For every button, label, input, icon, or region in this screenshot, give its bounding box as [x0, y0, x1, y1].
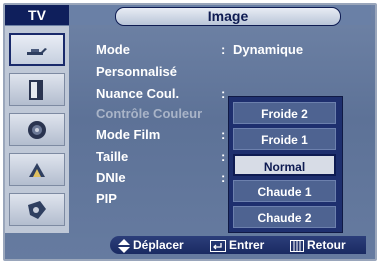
menu-row-custom[interactable]: Personnalisé	[96, 64, 177, 79]
sidebar-item-antenna[interactable]	[9, 33, 65, 66]
sidebar-item-sound[interactable]	[9, 113, 65, 146]
option-normal[interactable]: Normal	[233, 154, 336, 176]
hint-return: Retour	[290, 236, 346, 254]
hint-enter: Entrer	[210, 236, 264, 254]
footer-bar: Déplacer Entrer Retour	[110, 236, 366, 254]
menu-row-label: PIP	[96, 191, 117, 206]
speaker-icon	[28, 120, 46, 139]
settings-icon	[28, 200, 46, 219]
title-bar: Image	[70, 5, 371, 26]
sidebar	[5, 26, 69, 233]
option-chaude-1[interactable]: Chaude 1	[233, 180, 336, 202]
menu-row-color-control: Contrôle Couleur	[96, 106, 202, 121]
menu-row-size[interactable]: Taille	[96, 149, 128, 164]
footer-hints: Déplacer Entrer Retour	[70, 233, 371, 255]
hint-move-label: Déplacer	[133, 238, 184, 252]
menu-row-color-tone[interactable]: Nuance Coul.	[96, 86, 179, 101]
menu-title: Image	[115, 7, 341, 26]
menu-row-mode[interactable]: Mode	[96, 42, 130, 57]
satellite-icon	[29, 162, 45, 177]
film-mode-colon: :	[221, 127, 226, 142]
menu-row-label: DNIe	[96, 170, 126, 185]
hint-enter-label: Entrer	[229, 238, 265, 252]
tv-tab[interactable]: TV	[5, 5, 69, 25]
hint-move: Déplacer	[118, 236, 184, 254]
sidebar-item-channel[interactable]	[9, 153, 65, 186]
menu-row-label: Personnalisé	[96, 64, 177, 79]
option-chaude-2[interactable]: Chaude 2	[233, 206, 336, 228]
menu-row-label: Taille	[96, 149, 129, 164]
hint-return-label: Retour	[307, 238, 346, 252]
option-froide-1[interactable]: Froide 1	[233, 128, 336, 150]
antenna-icon	[27, 47, 47, 55]
menu-row-film-mode[interactable]: Mode Film	[96, 127, 160, 142]
sidebar-item-screen[interactable]	[9, 73, 65, 106]
tv-osd-screen: TV Image Mode: Dynamique Personnalisé N…	[0, 0, 379, 263]
menu-row-label: Nuance Coul.	[96, 86, 180, 101]
return-icon	[290, 239, 304, 252]
menu-row-label: Mode Film	[96, 127, 161, 142]
size-colon: :	[221, 149, 226, 164]
menu-row-pip[interactable]: PIP	[96, 191, 117, 206]
color-tone-colon: :	[221, 86, 226, 101]
dnie-colon: :	[221, 170, 226, 185]
enter-icon	[210, 239, 226, 252]
mode-value: Dynamique	[233, 42, 304, 57]
menu-row-dnie[interactable]: DNIe	[96, 170, 126, 185]
sidebar-item-setup[interactable]	[9, 193, 65, 226]
up-down-arrow-icon	[118, 238, 130, 253]
option-froide-2[interactable]: Froide 2	[233, 102, 336, 124]
tv-screen-icon	[29, 79, 43, 100]
mode-colon: :	[221, 42, 226, 57]
color-tone-dropdown: Froide 2 Froide 1 Normal Chaude 1 Chaude…	[228, 96, 343, 233]
menu-row-label: Contrôle Couleur	[96, 106, 203, 121]
menu-row-label: Mode	[96, 42, 130, 57]
